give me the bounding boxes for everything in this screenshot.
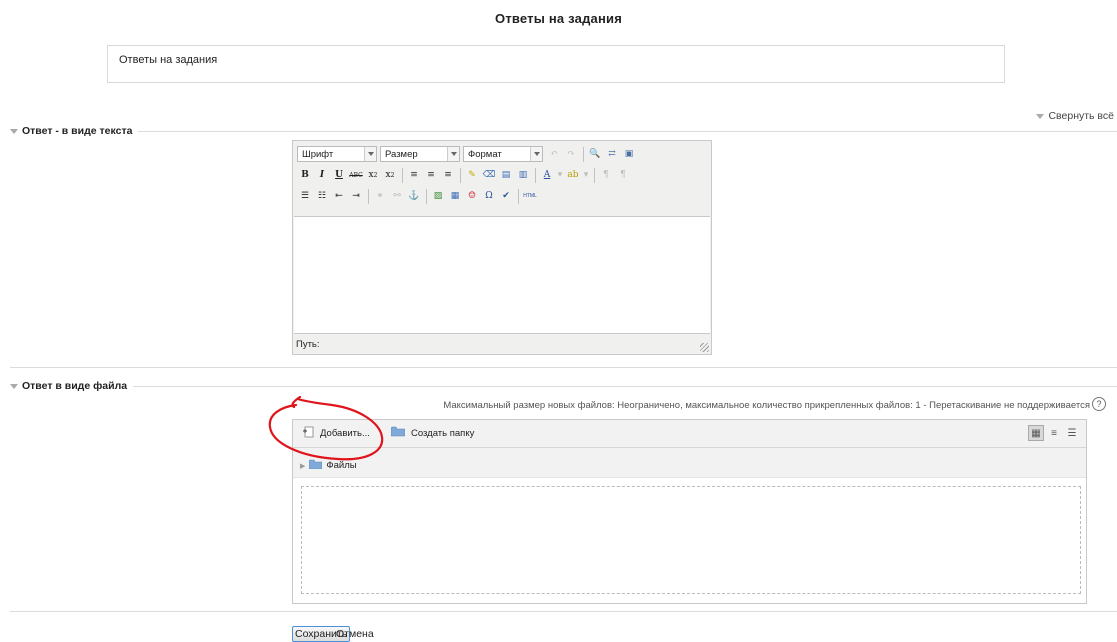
emoticon-icon[interactable]: ☺	[464, 188, 480, 204]
background-color-icon[interactable]: ab	[565, 167, 581, 183]
strikethrough-icon[interactable]: ABC	[348, 167, 364, 183]
underline-icon[interactable]: U	[331, 167, 347, 183]
italic-icon[interactable]: I	[314, 167, 330, 183]
collapse-triangle-icon	[1036, 113, 1045, 119]
file-manager-toolbar: Добавить... Создать папку ▦ ≡ ☰	[293, 420, 1086, 448]
media-icon[interactable]: ▦	[447, 188, 463, 204]
html-source-icon[interactable]: HTML	[522, 188, 538, 204]
format-select[interactable]: Формат	[463, 146, 543, 162]
editor-path-label: Путь:	[296, 339, 320, 350]
superscript-icon[interactable]: x2	[382, 167, 398, 183]
unlink-icon[interactable]: ⚯	[389, 188, 405, 204]
redo-icon[interactable]: ↷	[563, 146, 579, 162]
create-folder-label: Создать папку	[411, 427, 475, 439]
intro-box: Ответы на задания	[107, 45, 1005, 83]
special-char-icon[interactable]: Ω	[481, 188, 497, 204]
paste-word-icon[interactable]: ▥	[515, 167, 531, 183]
list-view-icon[interactable]: ≡	[1046, 425, 1062, 441]
file-drop-zone[interactable]	[301, 486, 1081, 594]
bold-icon[interactable]: B	[297, 167, 313, 183]
cancel-button[interactable]: Отмена	[336, 628, 374, 640]
background-color-dropdown-icon[interactable]: ▾	[582, 167, 590, 183]
paste-text-icon[interactable]: ▤	[498, 167, 514, 183]
outdent-icon[interactable]: ⇤	[331, 188, 347, 204]
spellcheck-icon[interactable]: ✔	[498, 188, 514, 204]
align-center-icon[interactable]: ≡	[423, 167, 439, 183]
replace-icon[interactable]: ⇄	[604, 146, 620, 162]
editor-toolbar-row-2: B I U ABC x2 x2 ≡ ≡ ≡ ✎ ⌫ ▤ ▥ A ▾ ab ▾ ¶…	[297, 166, 632, 184]
expand-triangle-icon	[10, 128, 18, 134]
indent-icon[interactable]: ⇥	[348, 188, 364, 204]
size-select[interactable]: Размер	[380, 146, 460, 162]
editor-toolbar-row-3: ☰ ☷ ⇤ ⇥ ⚭ ⚯ ⚓ ▨ ▦ ☺ Ω ✔ HTML	[297, 187, 539, 205]
editor-toolbar-row-1: Шрифт Размер Формат ↶ ↷ 🔍 ⇄ ▣	[297, 145, 638, 163]
editor-content-area[interactable]	[294, 216, 710, 334]
cleanup-icon[interactable]: ✎	[464, 167, 480, 183]
view-switcher: ▦ ≡ ☰	[1026, 425, 1080, 441]
align-left-icon[interactable]: ≡	[406, 167, 422, 183]
folder-icon	[390, 426, 406, 440]
file-answer-legend[interactable]: Ответ в виде файла	[10, 380, 134, 392]
page-title: Ответы на задания	[495, 11, 622, 26]
file-answer-legend-label: Ответ в виде файла	[22, 380, 128, 392]
find-icon[interactable]: 🔍	[587, 146, 603, 162]
font-select[interactable]: Шрифт	[297, 146, 377, 162]
anchor-icon[interactable]: ⚓	[406, 188, 422, 204]
text-color-icon[interactable]: A	[539, 167, 555, 183]
file-restrictions-info: Максимальный размер новых файлов: Неогра…	[443, 400, 1090, 411]
numbered-list-icon[interactable]: ☷	[314, 188, 330, 204]
red-annotation-circle	[268, 395, 384, 461]
eraser-icon[interactable]: ⌫	[481, 167, 497, 183]
ltr-icon[interactable]: ¶	[598, 167, 614, 183]
icon-view-icon[interactable]: ▦	[1028, 425, 1044, 441]
rich-text-editor: Шрифт Размер Формат ↶ ↷ 🔍 ⇄ ▣ B I U ABC …	[292, 140, 712, 355]
collapse-all-link[interactable]: Свернуть всё	[1036, 110, 1114, 122]
expand-triangle-icon	[10, 383, 18, 389]
tree-view-icon[interactable]: ☰	[1064, 425, 1080, 441]
intro-text: Ответы на задания	[119, 54, 218, 66]
file-manager-path: ▶ Файлы	[293, 448, 1086, 478]
text-answer-legend-label: Ответ - в виде текста	[22, 125, 133, 137]
editor-resize-handle[interactable]	[700, 343, 709, 352]
text-color-dropdown-icon[interactable]: ▾	[556, 167, 564, 183]
bullet-list-icon[interactable]: ☰	[297, 188, 313, 204]
rtl-icon[interactable]: ¶	[615, 167, 631, 183]
link-icon[interactable]: ⚭	[372, 188, 388, 204]
fullscreen-icon[interactable]: ▣	[621, 146, 637, 162]
create-folder-button[interactable]: Создать папку	[390, 426, 475, 440]
align-right-icon[interactable]: ≡	[440, 167, 456, 183]
image-icon[interactable]: ▨	[430, 188, 446, 204]
text-answer-legend[interactable]: Ответ - в виде текста	[10, 125, 139, 137]
file-manager: Добавить... Создать папку ▦ ≡ ☰ ▶ Файлы	[292, 419, 1087, 604]
collapse-all-label: Свернуть всё	[1048, 110, 1114, 122]
subscript-icon[interactable]: x2	[365, 167, 381, 183]
undo-icon[interactable]: ↶	[546, 146, 562, 162]
help-icon[interactable]: ?	[1092, 397, 1106, 411]
